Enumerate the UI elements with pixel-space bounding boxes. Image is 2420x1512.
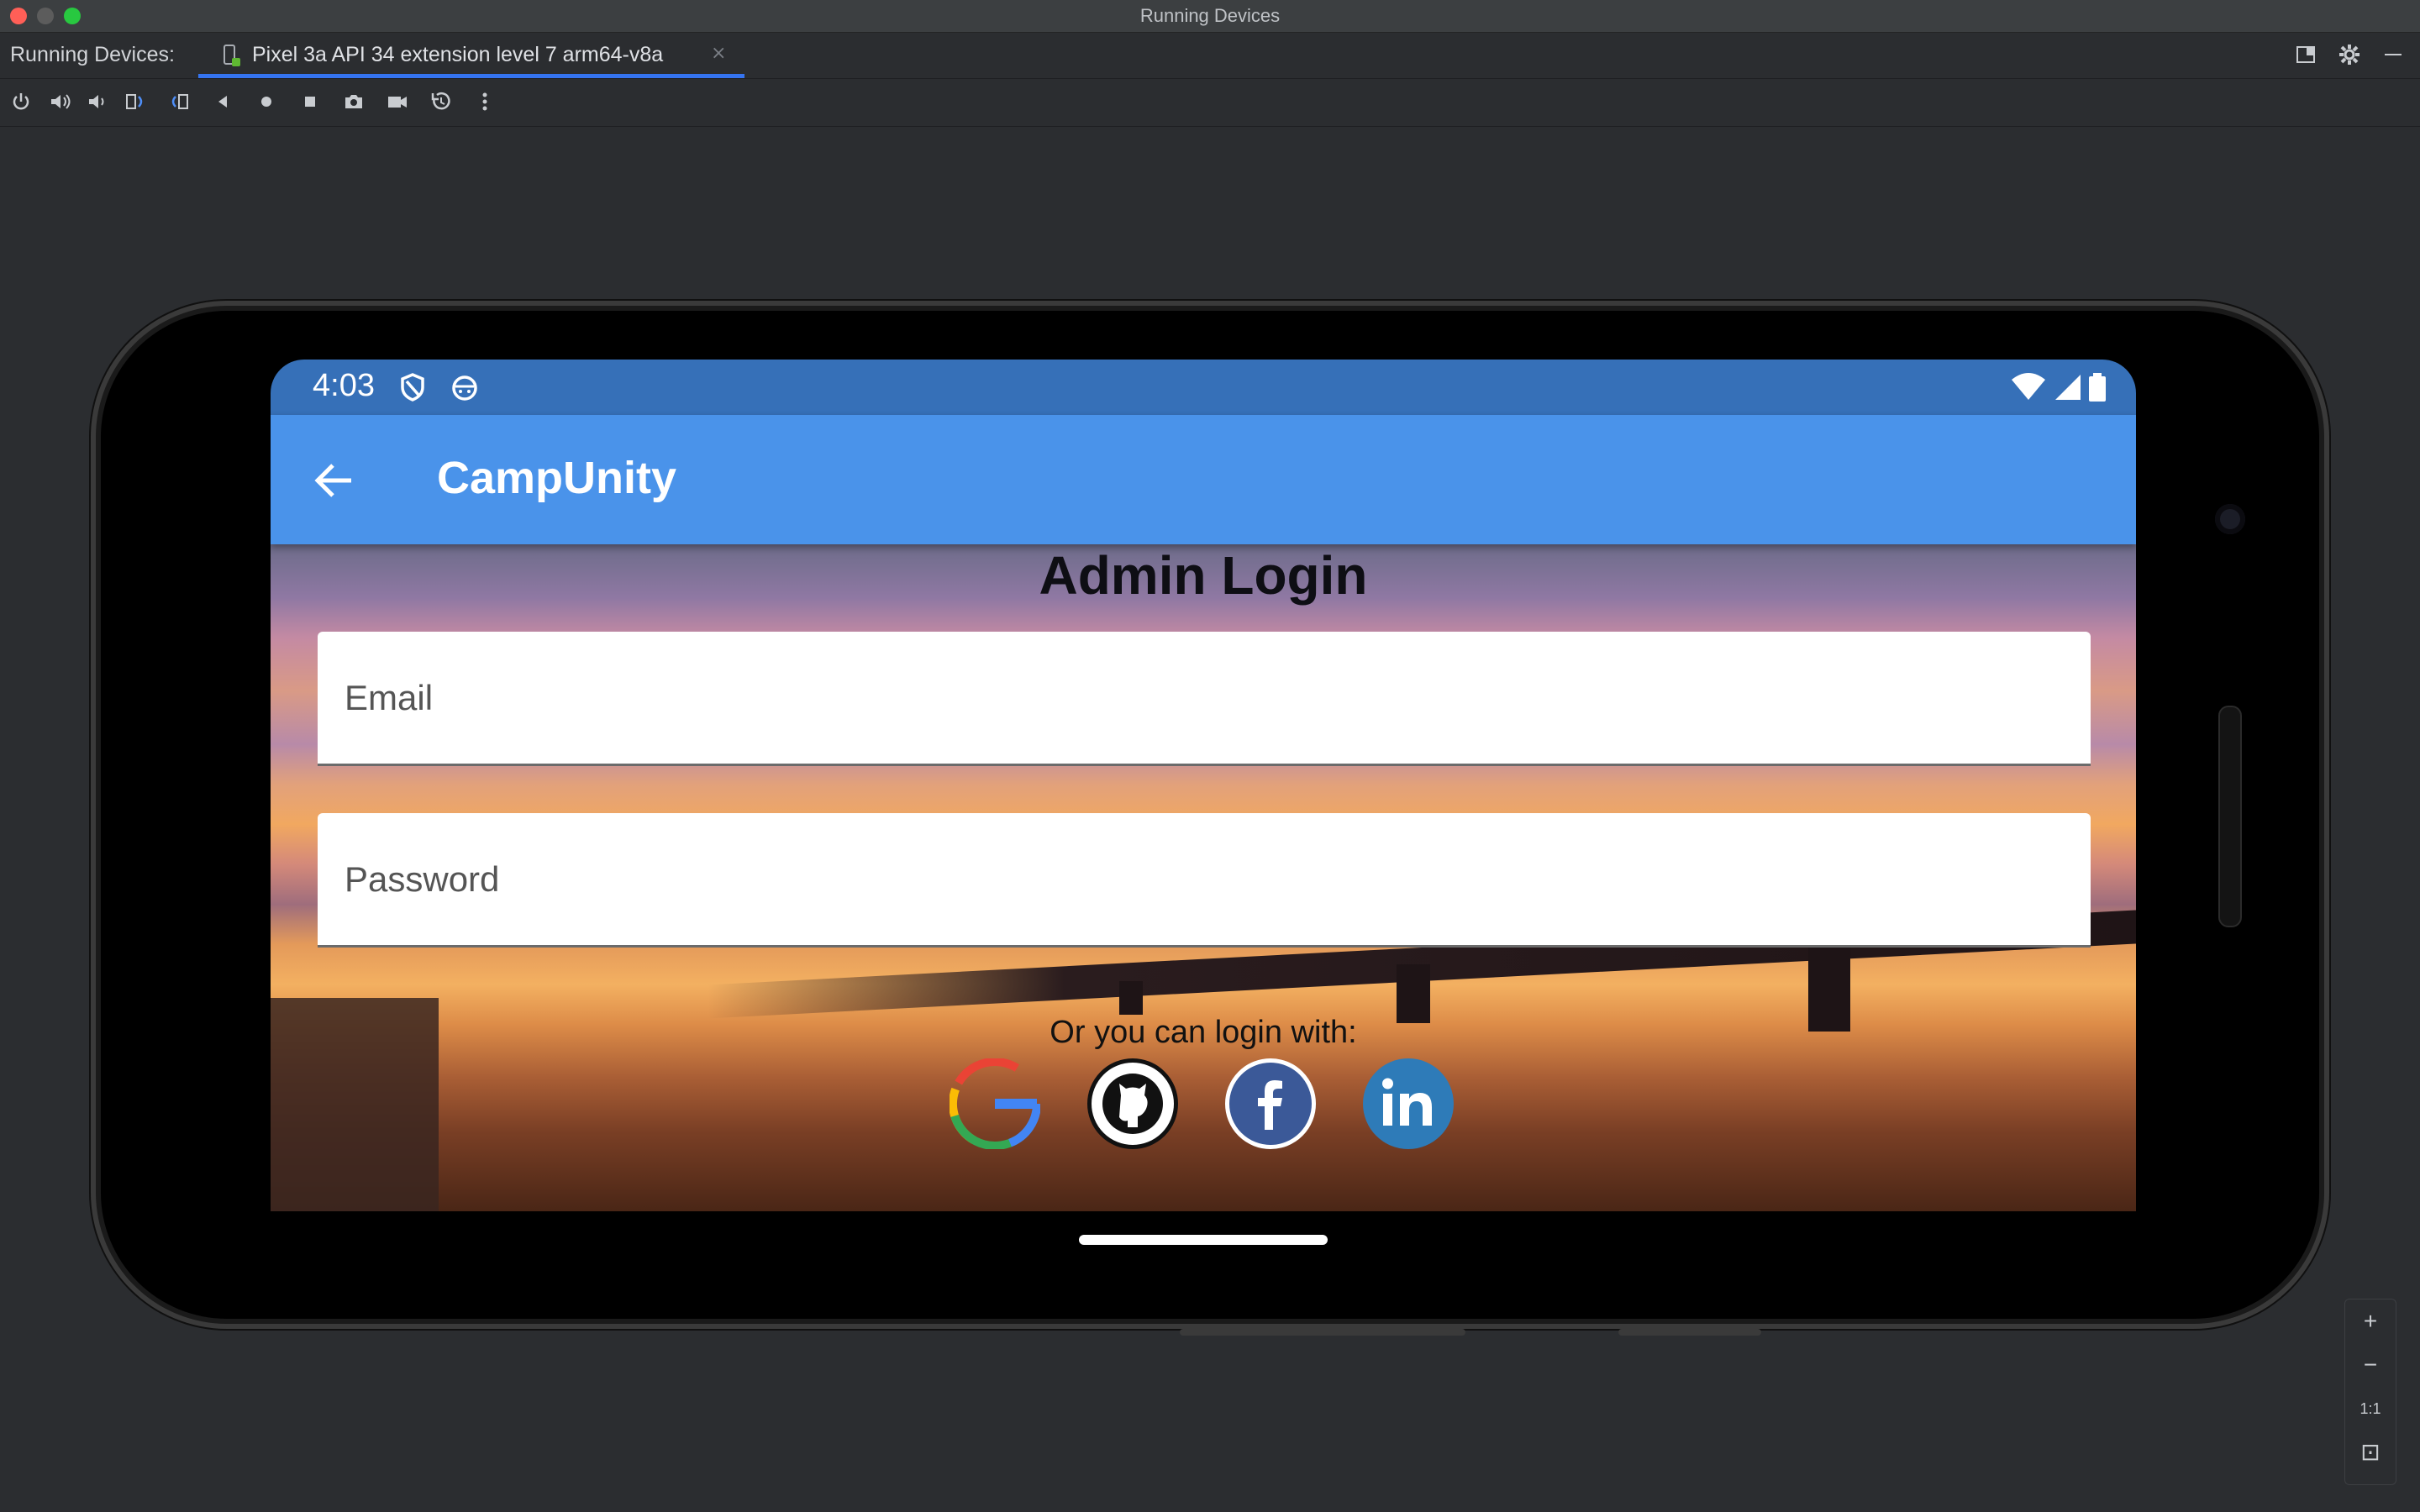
google-login-button[interactable]: [950, 1058, 1040, 1149]
screen-title: Admin Login: [1039, 545, 1368, 606]
device-screen[interactable]: 4:03 CampUnity Admin Login Email Or you …: [271, 360, 2136, 1211]
social-login-caption: Or you can login with:: [1050, 1015, 1357, 1050]
running-devices-tabbar: Running Devices: Pixel 3a API 34 extensi…: [0, 33, 2420, 79]
shield-icon: [401, 373, 424, 402]
device-tab-label: Pixel 3a API 34 extension level 7 arm64-…: [252, 43, 664, 66]
facebook-login-button[interactable]: [1225, 1058, 1316, 1149]
volume-up-icon[interactable]: [45, 87, 74, 116]
window-title: Running Devices: [1139, 5, 1281, 26]
emulator-toolbar: [0, 79, 2420, 127]
overview-icon[interactable]: [296, 87, 324, 116]
camera-icon: [2215, 504, 2245, 534]
linkedin-icon: [1382, 1078, 1432, 1126]
volume-down-icon[interactable]: [82, 87, 111, 116]
app-title: CampUnity: [437, 453, 677, 503]
window-titlebar: Running Devices: [0, 0, 2420, 33]
zoom-controls: + − 1:1 ⊡: [2344, 1299, 2396, 1485]
password-field[interactable]: [318, 813, 2091, 948]
home-icon[interactable]: [252, 87, 281, 116]
more-icon[interactable]: [471, 87, 499, 116]
linkedin-login-button[interactable]: [1363, 1058, 1454, 1149]
back-icon[interactable]: [208, 87, 237, 116]
rotate-right-icon[interactable]: [165, 87, 193, 116]
device-phone-icon: [224, 45, 240, 66]
screen-record-icon[interactable]: [383, 87, 412, 116]
screenshot-icon[interactable]: [339, 87, 368, 116]
app-bar: CampUnity: [271, 415, 2136, 544]
email-input[interactable]: [318, 632, 2091, 764]
split-view-icon[interactable]: [2292, 41, 2319, 68]
zoom-actual-size-button[interactable]: 1:1: [2345, 1387, 2396, 1431]
power-icon[interactable]: [7, 87, 35, 116]
tab-actions: [2292, 41, 2407, 68]
snapshot-icon[interactable]: [427, 87, 455, 116]
minimize-panel-icon[interactable]: [2380, 41, 2407, 68]
zoom-in-button[interactable]: +: [2345, 1299, 2396, 1343]
wifi-icon: [2012, 373, 2045, 400]
zoom-out-button[interactable]: −: [2345, 1343, 2396, 1387]
google-icon: [950, 1058, 1040, 1149]
battery-icon: [2089, 373, 2106, 402]
signal-icon: [2055, 375, 2081, 400]
status-time: 4:03: [313, 368, 375, 403]
facebook-icon: [1258, 1080, 1282, 1130]
github-login-button[interactable]: [1087, 1058, 1178, 1149]
back-arrow-icon[interactable]: [313, 459, 356, 502]
email-field[interactable]: [318, 632, 2091, 766]
password-input[interactable]: [318, 813, 2091, 945]
tabbar-label: Running Devices:: [10, 43, 175, 66]
android-status-bar: 4:03: [271, 360, 2136, 415]
gear-icon[interactable]: [2336, 41, 2363, 68]
android-debug-icon: [452, 375, 477, 401]
github-icon: [1102, 1074, 1163, 1134]
close-tab-icon[interactable]: ×: [711, 43, 726, 64]
volume-button[interactable]: [1180, 1329, 1465, 1336]
rotate-left-icon[interactable]: [121, 87, 150, 116]
device-tab[interactable]: Pixel 3a API 34 extension level 7 arm64-…: [198, 33, 744, 78]
zoom-fit-button[interactable]: ⊡: [2345, 1431, 2396, 1474]
side-button[interactable]: [2218, 706, 2242, 927]
power-side-button[interactable]: [1618, 1329, 1761, 1336]
login-content: Admin Login Or you can login with:: [271, 544, 2136, 1211]
gesture-home-bar[interactable]: [1079, 1235, 1328, 1245]
bridge-pier: [1119, 981, 1143, 1015]
